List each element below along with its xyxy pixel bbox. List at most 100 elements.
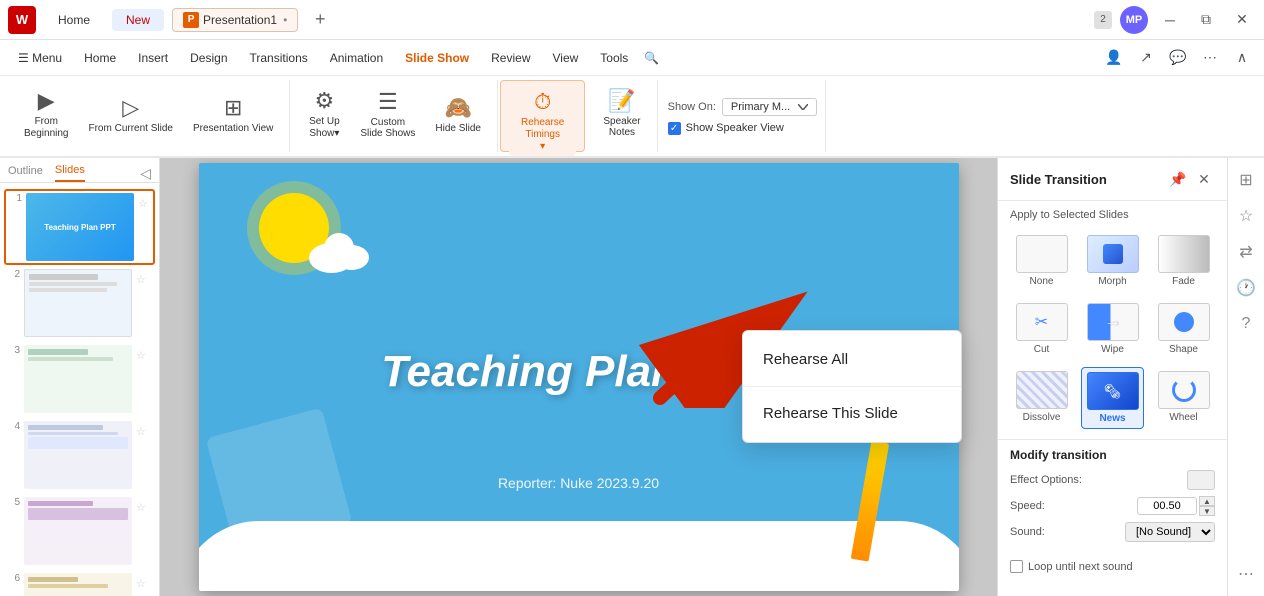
slide-item[interactable]: 6 ☆ — [4, 571, 155, 596]
more-icon[interactable]: ⋯ — [1196, 44, 1224, 72]
close-panel-button[interactable]: ✕ — [1193, 168, 1215, 190]
set-up-icon: ⚙ — [315, 88, 335, 114]
hide-slide-button[interactable]: 🙈 Hide Slide — [427, 91, 489, 138]
slide-item[interactable]: 1 Teaching Plan PPT ☆ — [4, 189, 155, 265]
tab-home[interactable]: Home — [44, 9, 104, 31]
menu-item-view[interactable]: View — [543, 47, 589, 69]
collapse-panel-button[interactable]: ◁ — [140, 165, 151, 182]
slide-thumbnail — [24, 421, 132, 489]
slide-subtitle: Reporter: Nuke 2023.9.20 — [498, 475, 659, 491]
ribbon-row-start: ▶ From Beginning ▷ From Current Slide ⊞ … — [16, 84, 281, 144]
tab-slides[interactable]: Slides — [55, 164, 85, 182]
export-icon[interactable]: ↗ — [1132, 44, 1160, 72]
from-current-button[interactable]: ▷ From Current Slide — [80, 91, 180, 138]
set-up-show-button[interactable]: ⚙ Set Up Show▾ — [300, 84, 348, 144]
from-beginning-button[interactable]: ▶ From Beginning — [16, 84, 76, 144]
menu-item-home[interactable]: Home — [74, 47, 126, 69]
sidebar-collapse-icon[interactable]: ⊞ — [1232, 166, 1260, 194]
presentation-view-icon: ⊞ — [224, 95, 242, 121]
menu-item-transitions[interactable]: Transitions — [240, 47, 318, 69]
sound-dropdown[interactable]: [No Sound] — [1125, 522, 1215, 542]
speed-up-button[interactable]: ▲ — [1199, 496, 1215, 506]
speed-input[interactable] — [1137, 497, 1197, 515]
menu-bar: ☰ Menu Home Insert Design Transitions An… — [0, 40, 1264, 76]
menu-item-menu[interactable]: ☰ Menu — [8, 47, 72, 69]
file-name: Presentation1 — [203, 13, 277, 27]
comment-icon[interactable]: 💬 — [1164, 44, 1192, 72]
wps-logo[interactable]: W — [8, 6, 36, 34]
slide-thumbnail — [24, 573, 132, 596]
slide-item[interactable]: 4 ☆ — [4, 419, 155, 491]
transition-dissolve[interactable]: Dissolve — [1010, 367, 1073, 429]
menu-item-design[interactable]: Design — [180, 47, 237, 69]
menu-item-slideshow[interactable]: Slide Show — [395, 47, 479, 69]
outline-tabs: Outline Slides ◁ — [0, 158, 159, 183]
slide-item[interactable]: 5 ☆ — [4, 495, 155, 567]
rehearse-timings-button[interactable]: ⏱ Rehearse Timings ▾ — [509, 85, 576, 156]
transition-news[interactable]: 🗞 News — [1081, 367, 1144, 429]
dropdown-arrow-icon — [798, 104, 808, 110]
history-icon[interactable]: 🕐 — [1232, 274, 1260, 302]
title-bar-right: 2 MP ─ ⧉ ✕ — [1094, 6, 1256, 34]
effect-options-box[interactable] — [1187, 470, 1215, 490]
rehearse-this-slide-item[interactable]: Rehearse This Slide — [743, 391, 961, 436]
transition-wipe-label: Wipe — [1101, 344, 1124, 355]
slide-star-icon: ☆ — [136, 273, 146, 286]
transition-fade-label: Fade — [1172, 276, 1195, 287]
loop-row: Loop until next sound — [998, 556, 1227, 577]
pin-panel-button[interactable]: 📌 — [1167, 168, 1189, 190]
speaker-view-checkbox[interactable]: ✓ — [668, 122, 681, 135]
slide-number: 5 — [6, 497, 20, 508]
close-button[interactable]: ✕ — [1228, 6, 1256, 34]
transition-shape[interactable]: Shape — [1152, 299, 1215, 359]
presentation-view-button[interactable]: ⊞ Presentation View — [185, 91, 281, 138]
slide-thumbnail — [24, 345, 132, 413]
menu-item-review[interactable]: Review — [481, 47, 540, 69]
minimize-button[interactable]: ─ — [1156, 6, 1184, 34]
tab-new[interactable]: New — [112, 9, 164, 31]
cut-icon: ✂ — [1035, 312, 1048, 332]
star-icon[interactable]: ☆ — [1232, 202, 1260, 230]
panel-title: Slide Transition — [1010, 172, 1161, 187]
slides-list: 1 Teaching Plan PPT ☆ 2 ☆ 3 — [0, 183, 159, 596]
slide-thumbnail — [24, 269, 132, 337]
canvas-area: Teaching Plan PPT Reporter: Nuke 2023.9.… — [160, 158, 997, 596]
transition-wipe[interactable]: → Wipe — [1081, 299, 1144, 359]
more-side-icon[interactable]: ⋯ — [1232, 560, 1260, 588]
transition-none[interactable]: None — [1010, 231, 1073, 291]
maximize-button[interactable]: ⧉ — [1192, 6, 1220, 34]
menu-item-tools[interactable]: Tools — [590, 47, 638, 69]
loop-checkbox[interactable] — [1010, 560, 1023, 573]
menu-item-animation[interactable]: Animation — [320, 47, 393, 69]
speaker-notes-button[interactable]: 📝 SpeakerNotes — [595, 84, 648, 142]
transition-wheel[interactable]: Wheel — [1152, 367, 1215, 429]
transition-cut[interactable]: ✂ Cut — [1010, 299, 1073, 359]
add-tab[interactable]: + — [306, 6, 334, 34]
menu-item-insert[interactable]: Insert — [128, 47, 178, 69]
show-on-dropdown[interactable]: Primary M... — [722, 98, 817, 116]
collapse-ribbon-icon[interactable]: ∧ — [1228, 44, 1256, 72]
avatar[interactable]: MP — [1120, 6, 1148, 34]
panel-actions: 📌 ✕ — [1167, 168, 1215, 190]
transition-fade[interactable]: Fade — [1152, 231, 1215, 291]
file-tab[interactable]: P Presentation1 • — [172, 8, 298, 32]
rehearse-all-item[interactable]: Rehearse All — [743, 337, 961, 382]
slide-number: 1 — [8, 193, 22, 204]
help-icon[interactable]: ? — [1232, 310, 1260, 338]
transition-morph[interactable]: Morph — [1081, 231, 1144, 291]
slide-star-icon: ☆ — [136, 577, 146, 590]
show-on-section: Show On: Primary M... ✓ Show Speaker Vie… — [660, 80, 827, 152]
share-icon[interactable]: 👤 — [1100, 44, 1128, 72]
custom-slide-shows-button[interactable]: ☰ CustomSlide Shows — [352, 85, 423, 143]
slide-item[interactable]: 3 ☆ — [4, 343, 155, 415]
transition-grid: None Morph Fade ✂ Cut — [998, 225, 1227, 435]
search-icon[interactable]: 🔍 — [644, 51, 659, 65]
filter-icon[interactable]: ⇄ — [1232, 238, 1260, 266]
speed-down-button[interactable]: ▼ — [1199, 506, 1215, 516]
speaker-view-label: Show Speaker View — [686, 122, 784, 134]
rehearse-timings-icon: ⏱ — [534, 89, 551, 115]
tab-outline[interactable]: Outline — [8, 165, 43, 181]
slide-item[interactable]: 2 ☆ — [4, 267, 155, 339]
right-panel: Slide Transition 📌 ✕ Apply to Selected S… — [997, 158, 1227, 596]
speaker-view-checkbox-row[interactable]: ✓ Show Speaker View — [668, 122, 818, 135]
